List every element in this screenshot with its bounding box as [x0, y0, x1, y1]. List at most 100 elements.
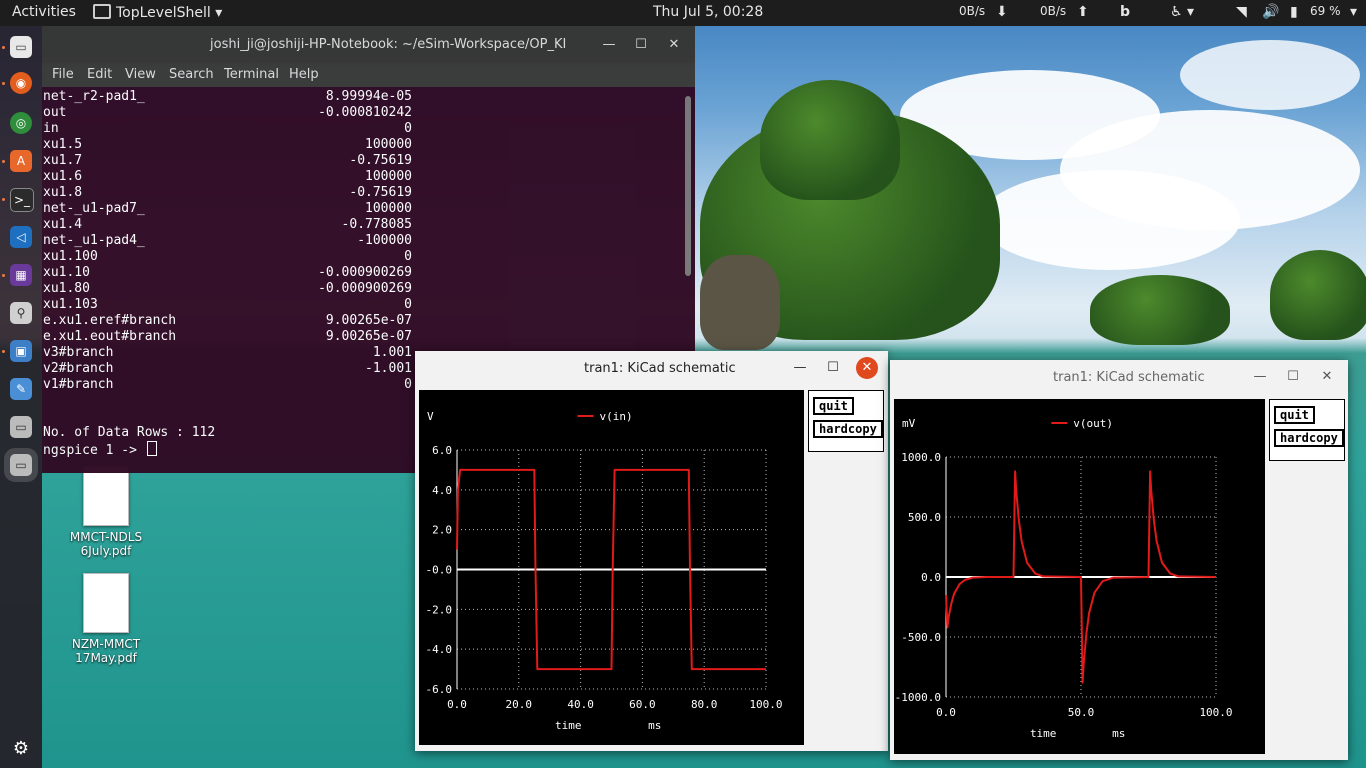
vout-waveform-plot: 0.0 50.0 100.0 1000.0 500.0 0.0 -500.0 -1000.0 m…	[895, 417, 1233, 740]
plot-titlebar[interactable]: tran1: KiCad schematic — ☐ ✕	[415, 351, 888, 385]
terminal-row: net-_u1-pad7_ 100000	[43, 201, 683, 217]
menu-file[interactable]: File	[52, 67, 74, 82]
plot-window-vout[interactable]: tran1: KiCad schematic — ☐ ✕ 0.0 50.0 100.…	[890, 360, 1348, 760]
battery-icon[interactable]: ▮	[1290, 4, 1298, 20]
running-indicator	[2, 274, 5, 277]
quit-button[interactable]: quit	[813, 397, 854, 415]
terminal-titlebar[interactable]: joshi_ji@joshiji-HP-Notebook: ~/eSim-Wor…	[42, 26, 695, 63]
activities-button[interactable]: Activities	[12, 4, 76, 20]
clock[interactable]: Thu Jul 5, 00:28	[653, 4, 763, 20]
search-icon[interactable]: ⚲	[10, 302, 32, 324]
node-name: in	[43, 121, 59, 136]
plot-canvas[interactable]: 0.0 50.0 100.0 1000.0 500.0 0.0 -500.0 -1000.0 m…	[894, 399, 1265, 754]
maximize-button[interactable]: ☐	[822, 357, 844, 379]
x-tick-label: 60.0	[629, 698, 656, 711]
pdf-file-icon	[83, 466, 129, 526]
running-indicator	[2, 350, 5, 353]
wifi-icon[interactable]: ◥	[1236, 4, 1247, 20]
menu-help[interactable]: Help	[289, 67, 319, 82]
plot-window-vin[interactable]: tran1: KiCad schematic — ☐ ✕ 0.0 20.0 40.0…	[415, 351, 888, 751]
node-name: xu1.4	[43, 217, 83, 232]
desktop-file-label-line1: NZM-MMCT	[71, 637, 141, 651]
dock: ▭ ◉ ◎ A >_ ◁ ▦ ⚲ ▣ ✎ ▭ ▭ ⚙	[0, 26, 42, 768]
close-button[interactable]: ✕	[1316, 366, 1338, 388]
minimize-button[interactable]: —	[598, 34, 620, 56]
x-tick-label: 0.0	[447, 698, 467, 711]
remote-desktop-icon[interactable]: ▣	[10, 340, 32, 362]
app-menu[interactable]: TopLevelShell ▾	[93, 4, 222, 21]
hardcopy-button[interactable]: hardcopy	[813, 420, 883, 438]
minimize-button[interactable]: —	[1249, 366, 1271, 388]
menu-terminal[interactable]: Terminal	[224, 67, 279, 82]
node-name: net-_r2-pad1_	[43, 89, 145, 104]
terminal-scrollbar[interactable]	[685, 96, 691, 276]
plot-titlebar[interactable]: tran1: KiCad schematic — ☐ ✕	[890, 360, 1348, 394]
chrome-icon[interactable]: ◎	[10, 112, 32, 134]
close-button[interactable]: ✕	[663, 34, 685, 56]
node-name: e.xu1.eref#branch	[43, 313, 177, 328]
accessibility-icon[interactable]: ♿ ▾	[1170, 4, 1194, 20]
node-name: v2#branch	[43, 361, 114, 376]
software-center-icon[interactable]: A	[10, 150, 32, 172]
vin-waveform-plot: 0.0 20.0 40.0 60.0 80.0 100.0 6.0 4.0 2.0 -0.0 -2.…	[426, 410, 783, 732]
download-arrow-icon: ⬇	[996, 4, 1008, 20]
xwindow-active-icon[interactable]: ▭	[4, 448, 38, 482]
menu-view[interactable]: View	[125, 67, 156, 82]
y-tick-label: -0.0	[426, 564, 453, 577]
desktop-file-label-line2: 17May.pdf	[75, 651, 137, 665]
node-value: -0.778085	[341, 217, 412, 232]
terminal-row: xu1.6 100000	[43, 169, 683, 185]
volume-icon[interactable]: 🔊	[1262, 4, 1279, 20]
menu-edit[interactable]: Edit	[87, 67, 112, 82]
text-editor-icon[interactable]: ✎	[10, 378, 32, 400]
terminal-row: xu1.4 -0.778085	[43, 217, 683, 233]
vscode-icon[interactable]: ◁	[10, 226, 32, 248]
desktop-file-nzm-mmct[interactable]: NZM-MMCT 17May.pdf	[51, 573, 161, 665]
node-name: xu1.80	[43, 281, 90, 296]
node-value: -0.000900269	[318, 281, 412, 296]
maximize-button[interactable]: ☐	[630, 34, 652, 56]
terminal-icon[interactable]: >_	[10, 188, 34, 212]
terminal-row: xu1.8 -0.75619	[43, 185, 683, 201]
node-value: 0	[404, 377, 412, 392]
net-up-rate: 0B/s	[1040, 4, 1067, 18]
node-name: xu1.10	[43, 265, 90, 280]
terminal-row: xu1.103 0	[43, 297, 683, 313]
terminal-title: joshi_ji@joshiji-HP-Notebook: ~/eSim-Wor…	[210, 37, 567, 52]
y-tick-label: 1000.0	[901, 451, 941, 464]
desktop-file-label-line1: MMCT-NDLS	[69, 530, 143, 544]
node-name: xu1.7	[43, 153, 83, 168]
files-icon[interactable]: ▭	[10, 36, 32, 58]
prompt-text: ngspice 1 ->	[43, 443, 145, 458]
close-button[interactable]: ✕	[856, 357, 878, 379]
desktop-file-mmct-ndls[interactable]: MMCT-NDLS 6July.pdf	[51, 466, 161, 558]
minimize-button[interactable]: —	[789, 357, 811, 379]
y-tick-label: -500.0	[901, 631, 941, 644]
hardcopy-button[interactable]: hardcopy	[1274, 429, 1344, 447]
image-viewer-icon[interactable]: ▦	[10, 264, 32, 286]
terminal-row: net-_u1-pad4_ -100000	[43, 233, 683, 249]
prompt-line[interactable]: ngspice 1 ->	[43, 441, 157, 459]
plot-button-panel: quit hardcopy	[1269, 399, 1345, 461]
quit-button[interactable]: quit	[1274, 406, 1315, 424]
indicator-b-icon[interactable]: b	[1120, 4, 1130, 20]
menu-search[interactable]: Search	[169, 67, 214, 82]
plot-title: tran1: KiCad schematic	[1053, 370, 1205, 385]
firefox-icon[interactable]: ◉	[10, 72, 32, 94]
system-menu-chevron-icon[interactable]: ▾	[1350, 4, 1357, 20]
x-axis-label: time	[555, 719, 582, 732]
xwindow-icon[interactable]: ▭	[10, 416, 32, 438]
y-tick-label: -1000.0	[895, 691, 941, 704]
maximize-button[interactable]: ☐	[1282, 366, 1304, 388]
x-tick-label: 0.0	[936, 706, 956, 719]
node-value: 8.99994e-05	[325, 89, 412, 104]
app-menu-label: TopLevelShell	[116, 5, 211, 21]
node-name: out	[43, 105, 67, 120]
data-rows-line: No. of Data Rows : 112	[43, 425, 216, 440]
node-name: xu1.100	[43, 249, 98, 264]
plot-canvas[interactable]: 0.0 20.0 40.0 60.0 80.0 100.0 6.0 4.0 2.0 -0.0 -2.…	[419, 390, 804, 745]
node-value: 9.00265e-07	[325, 313, 412, 328]
y-tick-label: 0.0	[921, 571, 941, 584]
y-tick-label: -6.0	[426, 683, 453, 696]
show-applications-icon[interactable]: ⚙	[10, 737, 32, 759]
